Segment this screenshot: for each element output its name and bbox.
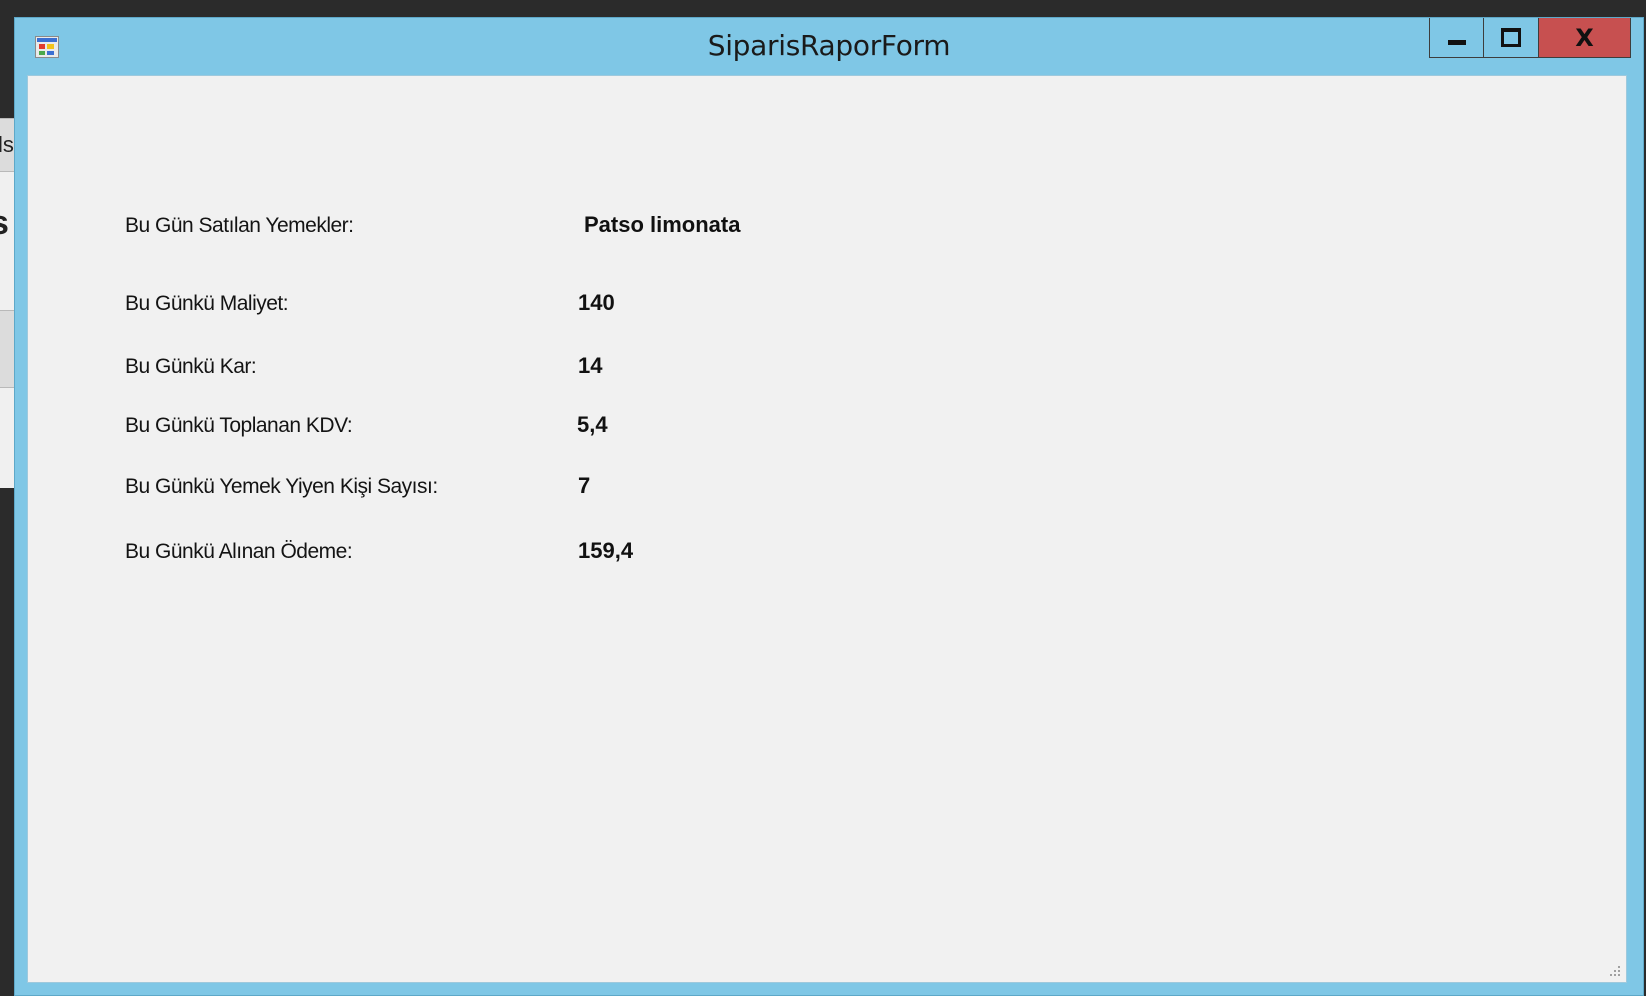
daily-vat-label: Bu Günkü Toplanan KDV: <box>125 414 353 437</box>
daily-cost-label: Bu Günkü Maliyet: <box>125 292 289 315</box>
window-title: SiparisRaporForm <box>707 29 951 62</box>
sold-meals-label: Bu Gün Satılan Yemekler: <box>125 214 354 237</box>
maximize-button[interactable] <box>1484 18 1539 58</box>
background-window-text: ls <box>0 132 14 157</box>
sold-meals-value: Patso limonata <box>584 212 741 237</box>
report-panel: Bu Gün Satılan Yemekler: Patso limonata … <box>27 75 1627 983</box>
resize-grip-icon[interactable] <box>1606 962 1622 978</box>
background-window-band <box>0 310 14 388</box>
background-window-edge: ls s <box>0 118 14 488</box>
caption-buttons: X <box>1429 18 1631 60</box>
close-icon: X <box>1575 23 1594 52</box>
siparis-rapor-window: SiparisRaporForm X Bu Gün Satılan Yemekl… <box>14 17 1644 996</box>
close-button[interactable]: X <box>1539 18 1631 58</box>
background-window-heading: s <box>0 204 9 243</box>
title-bar[interactable]: SiparisRaporForm X <box>15 18 1643 78</box>
daily-cost-value: 140 <box>578 290 615 315</box>
daily-payment-label: Bu Günkü Alınan Ödeme: <box>125 540 353 563</box>
minimize-icon <box>1447 40 1466 45</box>
daily-profit-label: Bu Günkü Kar: <box>125 355 257 378</box>
daily-payment-value: 159,4 <box>578 538 634 563</box>
daily-profit-value: 14 <box>578 353 603 378</box>
daily-customer-count-label: Bu Günkü Yemek Yiyen Kişi Sayısı: <box>125 475 438 498</box>
maximize-icon <box>1501 28 1521 47</box>
minimize-button[interactable] <box>1429 18 1484 58</box>
daily-vat-value: 5,4 <box>577 412 608 437</box>
daily-customer-count-value: 7 <box>578 473 591 498</box>
